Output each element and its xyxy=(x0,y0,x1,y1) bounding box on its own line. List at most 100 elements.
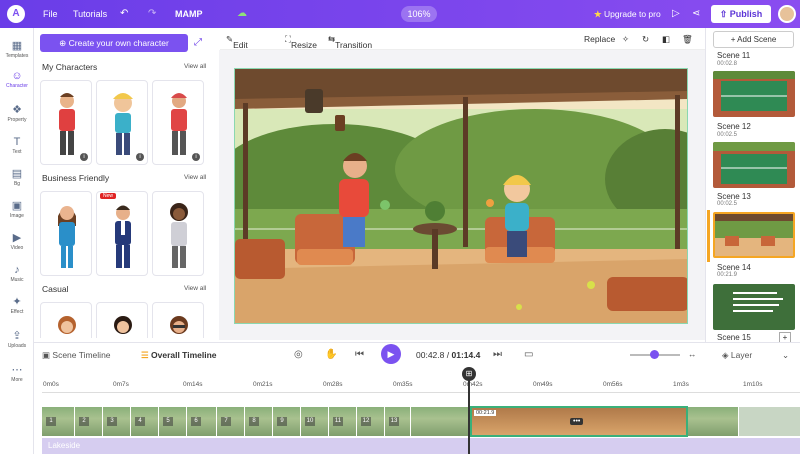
upgrade-button[interactable]: ★ Upgrade to pro xyxy=(594,9,661,20)
scene-clip[interactable]: 11 xyxy=(329,407,357,436)
create-character-label: Create your own character xyxy=(68,38,169,48)
scene-clip[interactable]: 7 xyxy=(217,407,245,436)
resize-button[interactable]: ⛶ Resize xyxy=(285,34,317,50)
scene-clip[interactable]: 4 xyxy=(131,407,159,436)
replace-button[interactable]: Replace xyxy=(584,34,615,44)
menu-file[interactable]: File xyxy=(43,9,58,19)
scene-clip[interactable]: 3 xyxy=(103,407,131,436)
rail-bg[interactable]: ▤ Bg xyxy=(0,168,34,187)
rail-property[interactable]: ❖ Property xyxy=(0,104,34,123)
scene-clip[interactable]: 9 xyxy=(273,407,301,436)
uploads-icon: ⇪ xyxy=(12,330,22,342)
transition-label: Transition xyxy=(335,40,373,50)
scene-thumbnail[interactable] xyxy=(713,71,795,117)
info-icon[interactable]: i xyxy=(192,153,200,161)
share-icon[interactable]: ⋖ xyxy=(692,8,700,19)
chevron-down-icon[interactable]: ⌄ xyxy=(782,350,789,361)
rail-label: Text xyxy=(12,149,22,155)
character-icon: ☺ xyxy=(11,70,23,82)
audio-track-lakeside[interactable]: Lakeside xyxy=(42,438,800,454)
character-figure xyxy=(114,316,132,334)
add-scene-button[interactable]: + Add Scene xyxy=(713,31,794,48)
clip-options-icon[interactable]: ••• xyxy=(570,418,584,425)
play-button[interactable]: ▶ xyxy=(381,344,401,364)
undo-icon[interactable]: ↶ xyxy=(120,8,128,19)
selected-scene-clip[interactable]: 00:21.9 ••• xyxy=(470,406,688,437)
scene-clip[interactable]: 5 xyxy=(159,407,187,436)
delete-icon[interactable]: 🗑 xyxy=(682,34,693,45)
clip-number: 2 xyxy=(79,417,89,426)
character-card[interactable] xyxy=(40,191,92,276)
rail-character[interactable]: ☺ Character xyxy=(0,70,34,89)
rail-templates[interactable]: ▦ Templates xyxy=(0,40,34,59)
character-card[interactable]: New xyxy=(96,191,148,276)
section-title: Business Friendly xyxy=(42,173,110,183)
rail-image[interactable]: ▣ Image xyxy=(0,200,34,219)
clip-number: 1 xyxy=(46,417,56,426)
zoom-level[interactable]: 106% xyxy=(401,6,437,22)
expand-panel-icon[interactable]: ⤢ xyxy=(194,37,202,48)
playhead-handle-icon[interactable]: ⊞ xyxy=(462,367,476,381)
avatar[interactable] xyxy=(778,5,796,23)
view-all-link[interactable]: View all xyxy=(184,174,206,181)
time-tick: 0m14s xyxy=(183,381,203,388)
scene-clip[interactable]: 13 xyxy=(385,407,411,436)
scene-canvas[interactable] xyxy=(234,68,688,324)
rail-music[interactable]: ♪ Music xyxy=(0,264,34,283)
publish-button[interactable]: ⇧ Publish xyxy=(711,5,771,23)
rail-text[interactable]: T Text xyxy=(0,136,34,155)
view-all-link[interactable]: View all xyxy=(184,63,206,70)
camera-icon[interactable]: ◎ xyxy=(294,349,303,360)
subtitle-icon[interactable]: ▭ xyxy=(524,349,533,360)
rail-label: Video xyxy=(10,245,24,251)
edit-image-button[interactable]: ✎ Edit Image xyxy=(226,34,257,60)
menu-tutorials[interactable]: Tutorials xyxy=(73,9,107,19)
fit-icon[interactable]: ↔ xyxy=(688,349,697,359)
character-card[interactable] xyxy=(152,302,204,338)
skip-back-icon[interactable]: ⏮ xyxy=(355,349,364,360)
time-separator: / xyxy=(446,350,450,360)
clip-number: 13 xyxy=(389,417,399,426)
transition-button[interactable]: ⇆ Transition xyxy=(328,34,372,50)
scene-thumbnail[interactable] xyxy=(713,284,795,330)
rail-effect[interactable]: ✦ Effect xyxy=(0,296,34,315)
time-tick: 0m0s xyxy=(43,381,59,388)
scene-clip[interactable]: 2 xyxy=(75,407,103,436)
hand-icon[interactable]: ✋ xyxy=(325,349,337,360)
create-character-button[interactable]: ⊕ Create your own character xyxy=(40,34,188,52)
rail-video[interactable]: ▶ Video xyxy=(0,232,34,251)
magic-icon[interactable]: ✧ xyxy=(622,34,629,45)
overall-timeline-tab[interactable]: ☰ Overall Timeline xyxy=(141,350,217,361)
flip-icon[interactable]: ◧ xyxy=(662,34,670,45)
character-card[interactable] xyxy=(40,302,92,338)
scene-clip[interactable]: 1 xyxy=(42,407,75,436)
lakeside-thumb xyxy=(715,214,793,256)
property-icon: ❖ xyxy=(12,104,22,116)
info-icon[interactable]: i xyxy=(80,153,88,161)
layer-button[interactable]: ◈ Layer xyxy=(722,350,752,361)
skip-forward-icon[interactable]: ⏭ xyxy=(493,349,502,360)
character-card[interactable]: i xyxy=(96,80,148,165)
redo-icon[interactable]: ↷ xyxy=(148,8,156,19)
app-logo[interactable]: A xyxy=(7,5,25,23)
character-card[interactable]: i xyxy=(152,80,204,165)
more-icon: ⋯ xyxy=(11,364,23,376)
scene-thumbnail[interactable] xyxy=(713,212,795,258)
scene-clip[interactable]: 10 xyxy=(301,407,329,436)
scene-clip[interactable]: 12 xyxy=(357,407,385,436)
zoom-slider-handle[interactable] xyxy=(650,350,659,359)
rotate-icon[interactable]: ↻ xyxy=(642,34,649,45)
scene-clip[interactable]: 8 xyxy=(245,407,273,436)
scene-clip[interactable]: 6 xyxy=(187,407,217,436)
character-card[interactable] xyxy=(96,302,148,338)
character-card[interactable]: i xyxy=(40,80,92,165)
scene-thumbnail[interactable] xyxy=(713,142,795,188)
rail-uploads[interactable]: ⇪ Uploads xyxy=(0,330,34,349)
view-all-link[interactable]: View all xyxy=(184,285,206,292)
project-name[interactable]: MAMP xyxy=(175,9,203,19)
character-card[interactable] xyxy=(152,191,204,276)
rail-more[interactable]: ⋯ More xyxy=(0,364,34,383)
preview-play-icon[interactable]: ▷ xyxy=(672,8,680,19)
info-icon[interactable]: i xyxy=(136,153,144,161)
scene-timeline-tab[interactable]: ▣ Scene Timeline xyxy=(42,350,111,361)
